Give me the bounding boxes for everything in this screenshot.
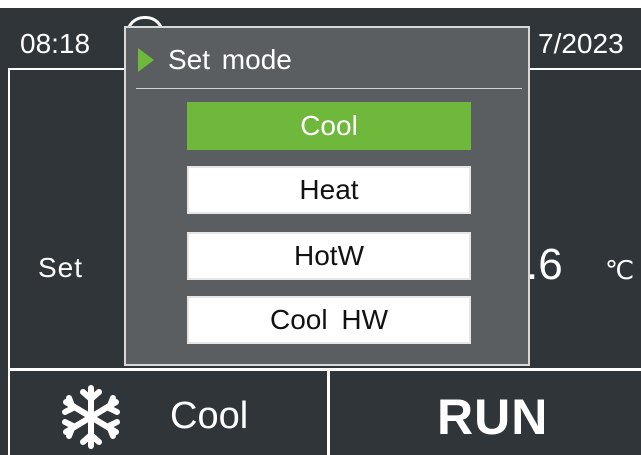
bottom-divider [327,368,330,455]
mode-option-cool[interactable]: Cool [187,102,471,150]
run-status-button[interactable]: RUN [437,388,548,446]
dialog-title: Set mode [168,44,292,75]
mode-option-hotw[interactable]: HotW [187,232,471,280]
set-mode-dialog: Set mode Cool Heat HotW Cool HW [124,26,530,366]
clock-time: 08:18 [20,28,91,59]
temperature-unit: ℃ [605,255,635,285]
set-label[interactable]: Set [38,252,83,284]
temperature-value: .6 [526,240,563,289]
snowflake-icon[interactable] [56,384,126,450]
play-arrow-icon [138,48,154,72]
divider [136,88,522,89]
mode-option-cool-hw[interactable]: Cool HW [187,296,471,344]
panel-border [8,70,10,368]
current-mode-label[interactable]: Cool [170,395,248,438]
date-display: 7/2023 [538,28,624,59]
mode-option-heat[interactable]: Heat [187,166,471,214]
